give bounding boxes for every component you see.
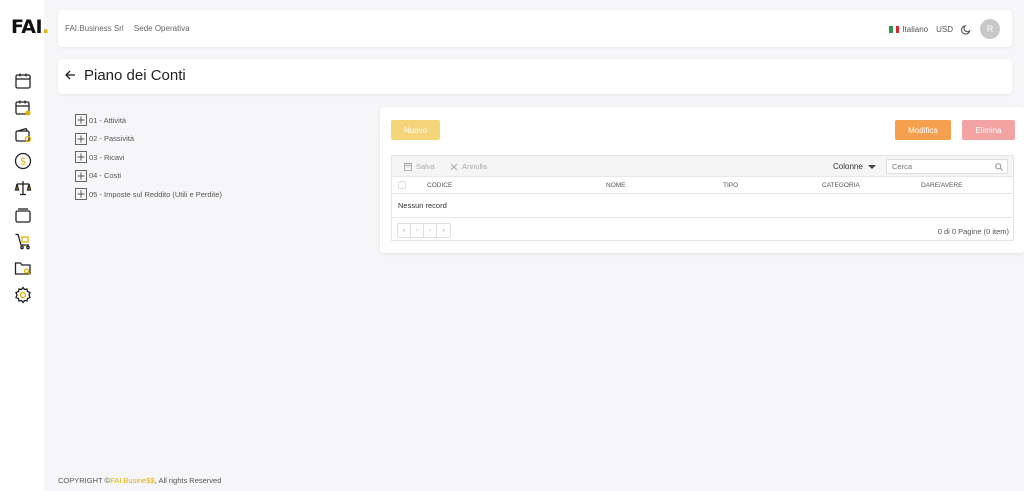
tree-item[interactable]: 02 - Passività: [75, 130, 222, 149]
account-tree: 01 - Attività 02 - Passività 03 - Ricavi…: [75, 111, 222, 204]
app-logo[interactable]: FAI.: [11, 16, 49, 38]
cancel-button[interactable]: Annulla: [450, 162, 487, 171]
tree-item-label: 03 - Ricavi: [89, 152, 125, 162]
caret-down-icon: [867, 164, 876, 169]
footer-copyright: COPYRIGHT ©FAI.Busine$$, All rights Rese…: [58, 476, 222, 485]
footer-brand-link[interactable]: FAI.Busine$$: [110, 476, 155, 485]
tree-item-label: 02 - Passività: [89, 134, 135, 144]
expand-plus-icon[interactable]: [75, 188, 87, 201]
sidebar: FAI. $: [0, 0, 49, 491]
empty-message: Nessun record: [398, 201, 447, 210]
dollar-coin-icon[interactable]: $: [14, 152, 32, 170]
new-button[interactable]: Nuovo: [391, 120, 440, 140]
next-page-button[interactable]: ›: [424, 224, 437, 237]
folder-search-icon[interactable]: [14, 259, 32, 277]
calendar-icon[interactable]: [14, 72, 32, 90]
tree-item[interactable]: 04 - Costi: [75, 167, 222, 186]
page-title: Piano dei Conti: [84, 67, 186, 84]
cart-icon[interactable]: [14, 232, 32, 250]
column-header-debit-credit[interactable]: DARE/AVERE: [921, 182, 962, 189]
company-name[interactable]: FAI.Business Srl: [65, 24, 124, 33]
grid-header: CODICE NOME TIPO CATEGORIA DARE/AVERE: [392, 177, 1013, 194]
calendar-user-icon[interactable]: [14, 99, 32, 117]
save-icon: [404, 162, 412, 171]
column-header-name[interactable]: NOME: [606, 182, 626, 189]
wallet-settings-icon[interactable]: [14, 126, 32, 144]
gear-icon[interactable]: [14, 286, 32, 304]
save-button[interactable]: Salva: [404, 162, 435, 171]
last-page-button[interactable]: »: [437, 224, 450, 237]
pager: « ‹ › »: [397, 223, 451, 238]
language-selector[interactable]: Italiano: [902, 25, 928, 34]
search-box[interactable]: [886, 159, 1008, 174]
balance-scale-icon[interactable]: [14, 179, 32, 197]
expand-plus-icon[interactable]: [75, 151, 87, 164]
tree-item[interactable]: 03 - Ricavi: [75, 148, 222, 167]
cards-stack-icon[interactable]: [14, 206, 32, 224]
columns-chooser[interactable]: Colonne: [833, 162, 876, 171]
close-icon: [450, 163, 458, 170]
title-bar: Piano dei Conti: [58, 59, 1012, 94]
column-header-type[interactable]: TIPO: [723, 182, 738, 189]
select-all-checkbox[interactable]: [398, 181, 406, 189]
dark-mode-icon[interactable]: [961, 24, 972, 35]
grid-toolbar: Salva Annulla Colonne: [392, 156, 1013, 177]
tree-item-label: 05 - Imposte sul Reddito (Utili e Perdit…: [89, 189, 222, 199]
avatar[interactable]: R: [980, 19, 1000, 39]
search-icon[interactable]: [995, 163, 1003, 171]
search-input[interactable]: [892, 161, 992, 172]
expand-plus-icon[interactable]: [75, 114, 87, 127]
italian-flag-icon: [889, 25, 900, 33]
currency-selector[interactable]: USD: [936, 25, 953, 34]
delete-button[interactable]: Elimina: [962, 120, 1015, 140]
column-header-code[interactable]: CODICE: [427, 182, 452, 189]
tree-item[interactable]: 01 - Attività: [75, 111, 222, 130]
tree-item[interactable]: 05 - Imposte sul Reddito (Utili e Perdit…: [75, 185, 222, 204]
top-bar: FAI.Business Srl Sede Operativa Italiano…: [58, 10, 1012, 47]
tree-item-label: 04 - Costi: [89, 171, 122, 181]
back-arrow-icon[interactable]: [64, 69, 76, 81]
location-name[interactable]: Sede Operativa: [134, 24, 190, 33]
svg-text:$: $: [20, 157, 26, 168]
column-header-category[interactable]: CATEGORIA: [822, 182, 860, 189]
first-page-button[interactable]: «: [398, 224, 411, 237]
grid-footer: « ‹ › » 0 di 0 Pagine (0 item): [392, 217, 1013, 241]
expand-plus-icon[interactable]: [75, 132, 87, 145]
expand-plus-icon[interactable]: [75, 169, 87, 182]
detail-panel: Nuovo Modifica Elimina Salva Annulla Col…: [380, 107, 1024, 253]
tree-item-label: 01 - Attività: [89, 115, 127, 125]
page-info: 0 di 0 Pagine (0 item): [937, 227, 1009, 236]
prev-page-button[interactable]: ‹: [411, 224, 424, 237]
edit-button[interactable]: Modifica: [895, 120, 951, 140]
data-grid: Salva Annulla Colonne CODICE NOME TIPO C…: [391, 155, 1014, 241]
